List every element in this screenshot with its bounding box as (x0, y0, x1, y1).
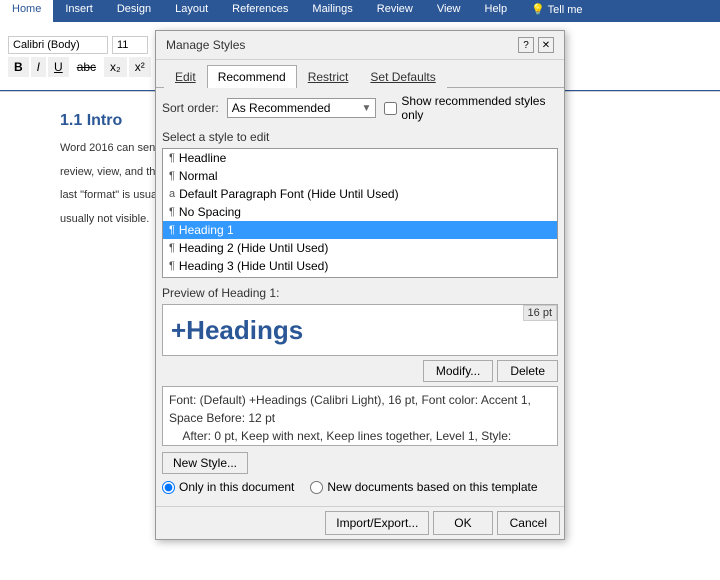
manage-styles-dialog: Manage Styles ? ✕ Edit Recommend Restric… (155, 30, 565, 540)
style-item-default-para[interactable]: a Default Paragraph Font (Hide Until Use… (163, 185, 557, 203)
style-item-label: Heading 3 (Hide Until Used) (179, 259, 328, 273)
preview-box: +Headings 16 pt (162, 304, 558, 356)
style-item-label: Heading 2 (Hide Until Used) (179, 241, 328, 255)
default-para-icon: a (169, 188, 175, 200)
style-item-label: Headline (179, 151, 226, 165)
show-recommended-row: Show recommended styles only (384, 94, 558, 122)
word-background: Home Insert Design Layout References Mai… (0, 0, 720, 580)
modify-button[interactable]: Modify... (423, 360, 493, 382)
font-size-input[interactable] (112, 36, 148, 54)
tab-review[interactable]: Review (365, 0, 425, 22)
preview-label: Preview of Heading 1: (162, 286, 558, 300)
radio-row: Only in this document New documents base… (162, 480, 558, 494)
tab-tell-me[interactable]: 💡 Tell me (519, 0, 594, 22)
style-item-heading3[interactable]: ¶ Heading 3 (Hide Until Used) (163, 257, 557, 275)
tab-recommend[interactable]: Recommend (207, 65, 297, 88)
subscript-button[interactable]: x₂ (104, 57, 127, 77)
style-item-label: No Spacing (179, 205, 241, 219)
new-style-button[interactable]: New Style... (162, 452, 248, 474)
delete-button[interactable]: Delete (497, 360, 558, 382)
heading1-icon: ¶ (169, 224, 175, 236)
show-recommended-label: Show recommended styles only (401, 94, 558, 122)
style-item-normal[interactable]: ¶ Normal (163, 167, 557, 185)
tab-edit[interactable]: Edit (164, 65, 207, 88)
italic-button[interactable]: I (31, 57, 46, 77)
description-box: Font: (Default) +Headings (Calibri Light… (162, 386, 558, 446)
tab-layout[interactable]: Layout (163, 0, 220, 22)
bottom-row: Import/Export... OK Cancel (156, 506, 564, 539)
preview-size-badge: 16 pt (523, 305, 557, 321)
radio-new-documents-label: New documents based on this template (327, 480, 537, 494)
sort-order-label: Sort order: (162, 101, 219, 115)
dialog-help-button[interactable]: ? (518, 37, 534, 53)
dialog-tabs: Edit Recommend Restrict Set Defaults (156, 60, 564, 88)
style-item-label: Heading 4 (Hide Until Used) (179, 277, 328, 278)
style-item-headline[interactable]: ¶ Headline (163, 149, 557, 167)
tab-set-defaults[interactable]: Set Defaults (359, 65, 446, 88)
cancel-button[interactable]: Cancel (497, 511, 560, 535)
radio-new-documents-input[interactable] (310, 481, 323, 494)
description-text: Font: (Default) +Headings (Calibri Light… (169, 393, 531, 446)
headline-icon: ¶ (169, 152, 175, 164)
normal-icon: ¶ (169, 170, 175, 182)
radio-only-document-input[interactable] (162, 481, 175, 494)
action-row: Modify... Delete (162, 360, 558, 382)
radio-only-document-label: Only in this document (179, 480, 294, 494)
tab-insert[interactable]: Insert (53, 0, 105, 22)
style-list[interactable]: ¶ Headline ¶ Normal a Default Paragraph … (162, 148, 558, 278)
style-item-heading1[interactable]: ¶ Heading 1 (163, 221, 557, 239)
tab-view[interactable]: View (425, 0, 473, 22)
import-export-button[interactable]: Import/Export... (325, 511, 429, 535)
dialog-titlebar: Manage Styles ? ✕ (156, 31, 564, 60)
no-spacing-icon: ¶ (169, 206, 175, 218)
strikethrough-button[interactable]: abc (71, 57, 102, 77)
dialog-close-button[interactable]: ✕ (538, 37, 554, 53)
radio-new-documents[interactable]: New documents based on this template (310, 480, 537, 494)
sort-order-select[interactable]: As Recommended ▼ (227, 98, 377, 118)
select-style-label: Select a style to edit (162, 130, 558, 144)
radio-only-document[interactable]: Only in this document (162, 480, 294, 494)
ok-button[interactable]: OK (433, 511, 492, 535)
style-item-heading2[interactable]: ¶ Heading 2 (Hide Until Used) (163, 239, 557, 257)
underline-button[interactable]: U (48, 57, 69, 77)
style-item-no-spacing[interactable]: ¶ No Spacing (163, 203, 557, 221)
format-buttons: B I U abc x₂ x² (8, 57, 151, 77)
style-item-heading4[interactable]: ¶ Heading 4 (Hide Until Used) (163, 275, 557, 278)
superscript-button[interactable]: x² (129, 57, 151, 77)
show-recommended-checkbox[interactable] (384, 102, 397, 115)
tab-references[interactable]: References (220, 0, 300, 22)
tab-design[interactable]: Design (105, 0, 163, 22)
style-item-label: Default Paragraph Font (Hide Until Used) (179, 187, 398, 201)
ribbon-tabs-row: Home Insert Design Layout References Mai… (0, 0, 720, 22)
dialog-title: Manage Styles (166, 38, 245, 52)
tab-home[interactable]: Home (0, 0, 53, 22)
bold-button[interactable]: B (8, 57, 29, 77)
sort-order-row: Sort order: As Recommended ▼ Show recomm… (162, 94, 558, 122)
sort-select-arrow-icon: ▼ (361, 103, 371, 114)
font-family-input[interactable] (8, 36, 108, 54)
preview-text: +Headings (171, 315, 303, 346)
tab-restrict[interactable]: Restrict (297, 65, 360, 88)
tab-help[interactable]: Help (473, 0, 520, 22)
heading2-icon: ¶ (169, 242, 175, 254)
heading3-icon: ¶ (169, 260, 175, 272)
tab-mailings[interactable]: Mailings (300, 0, 364, 22)
dialog-controls: ? ✕ (518, 37, 554, 53)
style-item-label: Normal (179, 169, 218, 183)
style-item-label: Heading 1 (179, 223, 234, 237)
sort-order-value: As Recommended (232, 101, 331, 115)
